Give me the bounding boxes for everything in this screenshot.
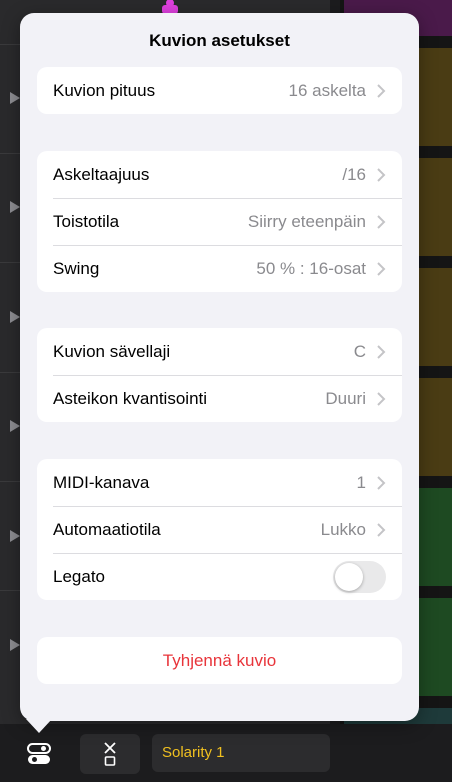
clear-pattern-button[interactable]: Tyhjennä kuvio <box>37 637 402 684</box>
play-arrow-icon[interactable] <box>10 92 20 104</box>
chevron-right-icon <box>377 391 386 406</box>
row-value: 50 % : 16-osat <box>256 258 366 278</box>
row-label: Legato <box>53 566 105 586</box>
chevron-right-icon <box>377 522 386 537</box>
settings-group-playback: Askeltaajuus /16 Toistotila Siirry eteen… <box>37 151 402 292</box>
row-value: 1 <box>356 472 366 492</box>
row-label: Kuvion pituus <box>53 80 156 100</box>
row-value: C <box>353 341 366 361</box>
settings-toggle-icon <box>27 743 51 764</box>
play-arrow-icon[interactable] <box>10 420 20 432</box>
drummer-icon <box>162 0 178 14</box>
settings-toggle-button[interactable] <box>12 734 66 774</box>
row-label: Automaatiotila <box>53 519 161 539</box>
automation-mode-row[interactable]: Automaatiotila Lukko <box>37 506 402 553</box>
popover-title: Kuvion asetukset <box>149 31 290 50</box>
settings-group-midi: MIDI-kanava 1 Automaatiotila Lukko Legat… <box>37 459 402 600</box>
row-label: Askeltaajuus <box>53 164 150 184</box>
play-arrow-icon[interactable] <box>10 639 20 651</box>
close-pattern-button[interactable] <box>80 734 140 774</box>
swing-row[interactable]: Swing 50 % : 16-osat <box>37 245 402 292</box>
row-value: /16 <box>342 164 366 184</box>
chevron-right-icon <box>377 167 386 182</box>
row-label: MIDI-kanava <box>53 472 150 492</box>
scale-quantize-row[interactable]: Asteikon kvantisointi Duuri <box>37 375 402 422</box>
play-arrow-icon[interactable] <box>10 201 20 213</box>
row-label: Swing <box>53 258 100 278</box>
popover-arrow <box>26 719 52 733</box>
legato-row: Legato <box>37 553 402 600</box>
toggle-knob <box>335 562 363 591</box>
pattern-key-row[interactable]: Kuvion sävellaji C <box>37 328 402 375</box>
row-value: Duuri <box>325 388 366 408</box>
grid-close-icon <box>104 742 116 766</box>
row-label: Kuvion sävellaji <box>53 341 171 361</box>
chevron-right-icon <box>377 83 386 98</box>
chevron-right-icon <box>377 344 386 359</box>
clear-pattern-group: Tyhjennä kuvio <box>37 637 402 684</box>
step-rate-row[interactable]: Askeltaajuus /16 <box>37 151 402 198</box>
play-arrow-icon[interactable] <box>10 530 20 542</box>
playback-mode-row[interactable]: Toistotila Siirry eteenpäin <box>37 198 402 245</box>
instrument-name[interactable]: Solarity 1 <box>152 734 330 772</box>
midi-channel-row[interactable]: MIDI-kanava 1 <box>37 459 402 506</box>
chevron-right-icon <box>377 475 386 490</box>
row-label: Toistotila <box>53 211 120 231</box>
row-label: Asteikon kvantisointi <box>53 388 208 408</box>
row-value: Siirry eteenpäin <box>247 211 366 231</box>
clear-pattern-label: Tyhjennä kuvio <box>162 650 277 670</box>
settings-group-key: Kuvion sävellaji C Asteikon kvantisointi… <box>37 328 402 422</box>
chevron-right-icon <box>377 214 386 229</box>
settings-group-length: Kuvion pituus 16 askelta <box>37 67 402 114</box>
legato-toggle[interactable] <box>333 560 386 593</box>
row-value: Lukko <box>320 519 366 539</box>
chevron-right-icon <box>377 261 386 276</box>
pattern-settings-popover: Kuvion asetukset Kuvion pituus 16 askelt… <box>20 13 419 721</box>
row-value: 16 askelta <box>288 80 367 100</box>
play-arrow-icon[interactable] <box>10 311 20 323</box>
pattern-length-row[interactable]: Kuvion pituus 16 askelta <box>37 67 402 114</box>
